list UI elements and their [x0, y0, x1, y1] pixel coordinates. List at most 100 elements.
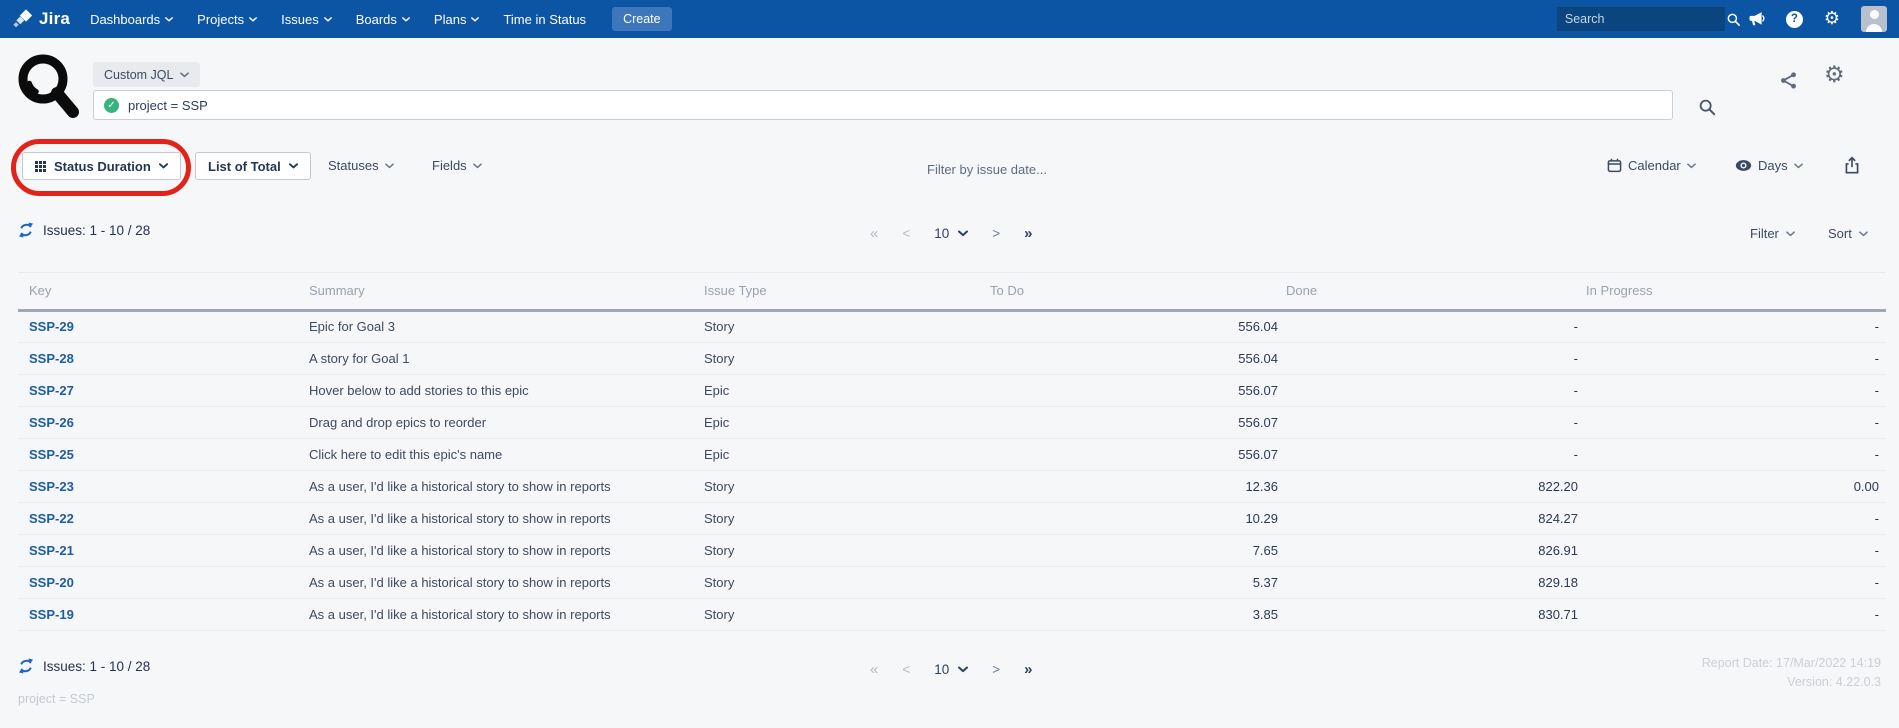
run-query-search-icon[interactable] — [1698, 98, 1716, 116]
issue-summary: As a user, I'd like a historical story t… — [309, 470, 704, 502]
in-progress-value: - — [1586, 534, 1886, 566]
admin-gear-icon[interactable]: ⚙ — [1824, 10, 1840, 28]
jql-mode-dropdown[interactable]: Custom JQL — [93, 62, 200, 87]
issue-key-link[interactable]: SSP-26 — [29, 415, 74, 430]
todo-value: 556.07 — [990, 438, 1286, 470]
column-header-key[interactable]: Key — [18, 273, 309, 310]
issue-key-link[interactable]: SSP-21 — [29, 543, 74, 558]
global-search-input[interactable] — [1565, 12, 1726, 26]
first-page-button[interactable]: « — [858, 225, 890, 242]
last-page-button[interactable]: » — [1012, 225, 1044, 242]
chevron-down-icon — [1786, 231, 1795, 237]
grid-icon — [35, 161, 46, 172]
global-search-box[interactable] — [1556, 6, 1726, 32]
next-page-button[interactable]: > — [980, 226, 1012, 241]
report-type-dropdown[interactable]: Status Duration — [22, 152, 181, 180]
table-row: SSP-26 Drag and drop epics to reorder Ep… — [18, 406, 1886, 438]
nav-item-label: Plans — [434, 12, 467, 27]
chevron-down-icon — [324, 17, 332, 22]
issue-key-link[interactable]: SSP-29 — [29, 319, 74, 334]
announcements-megaphone-icon[interactable] — [1747, 10, 1765, 28]
fields-dropdown[interactable]: Fields — [432, 158, 482, 173]
calculation-dropdown[interactable]: List of Total — [195, 152, 311, 180]
issue-key-link[interactable]: SSP-28 — [29, 351, 74, 366]
issue-type: Epic — [704, 406, 990, 438]
todo-value: 556.04 — [990, 342, 1286, 374]
share-icon[interactable] — [1778, 70, 1799, 91]
issue-type: Story — [704, 566, 990, 598]
refresh-icon[interactable] — [18, 658, 34, 674]
nav-item-boards[interactable]: Boards — [356, 12, 410, 27]
calendar-dropdown[interactable]: Calendar — [1607, 158, 1696, 173]
issue-type: Story — [704, 502, 990, 534]
calendar-label: Calendar — [1628, 158, 1681, 173]
time-unit-dropdown[interactable]: Days — [1735, 158, 1803, 173]
jql-query-input[interactable]: project = SSP — [93, 90, 1673, 120]
prev-page-button[interactable]: < — [890, 226, 922, 241]
done-value: 830.71 — [1286, 598, 1586, 630]
create-button[interactable]: Create — [612, 7, 672, 31]
chevron-down-icon — [159, 163, 168, 169]
column-header-done[interactable]: Done — [1286, 273, 1586, 310]
column-header-summary[interactable]: Summary — [309, 273, 704, 310]
issue-key-link[interactable]: SSP-27 — [29, 383, 74, 398]
nav-item-label: Projects — [197, 12, 244, 27]
statuses-dropdown[interactable]: Statuses — [328, 158, 394, 173]
jira-brand[interactable]: Jira — [12, 8, 70, 30]
in-progress-value: 0.00 — [1586, 470, 1886, 502]
table-row: SSP-27 Hover below to add stories to thi… — [18, 374, 1886, 406]
issue-key-link[interactable]: SSP-19 — [29, 607, 74, 622]
chevron-down-icon — [1687, 163, 1696, 169]
last-page-button[interactable]: » — [1012, 661, 1044, 678]
eye-icon — [1735, 159, 1752, 172]
calendar-icon — [1607, 158, 1622, 173]
nav-item-label: Time in Status — [503, 12, 586, 27]
done-value: - — [1286, 342, 1586, 374]
user-avatar[interactable] — [1861, 6, 1887, 32]
next-page-button[interactable]: > — [980, 662, 1012, 677]
issue-key-link[interactable]: SSP-20 — [29, 575, 74, 590]
top-navigation-bar: Jira Dashboards Projects Issues Boards P… — [0, 0, 1899, 38]
issue-date-filter-input[interactable]: Filter by issue date... — [927, 162, 1047, 177]
filter-dropdown[interactable]: Filter — [1750, 226, 1795, 241]
column-header-issue-type[interactable]: Issue Type — [704, 273, 990, 310]
issue-key-link[interactable]: SSP-23 — [29, 479, 74, 494]
nav-item-issues[interactable]: Issues — [281, 12, 332, 27]
in-progress-value: - — [1586, 438, 1886, 470]
jql-echo-text: project = SSP — [18, 692, 95, 706]
page-size-select[interactable]: 10 — [922, 662, 980, 677]
nav-item-dashboards[interactable]: Dashboards — [90, 12, 173, 27]
issue-key-link[interactable]: SSP-25 — [29, 447, 74, 462]
jira-logo-icon — [12, 8, 33, 30]
column-header-todo[interactable]: To Do — [990, 273, 1286, 310]
in-progress-value: - — [1586, 310, 1886, 342]
nav-item-projects[interactable]: Projects — [197, 12, 257, 27]
statuses-label: Statuses — [328, 158, 379, 173]
nav-right-cluster: ⚙ — [1556, 6, 1887, 32]
column-header-in-progress[interactable]: In Progress — [1586, 273, 1886, 310]
issue-type: Story — [704, 534, 990, 566]
nav-item-time-in-status[interactable]: Time in Status — [503, 12, 586, 27]
export-icon[interactable] — [1843, 156, 1861, 175]
report-settings-gear-icon[interactable]: ⚙ — [1824, 64, 1845, 87]
sort-dropdown[interactable]: Sort — [1828, 226, 1868, 241]
pagination-bottom: « < 10 > » — [858, 661, 1045, 678]
help-icon[interactable] — [1786, 11, 1803, 28]
done-value: - — [1286, 406, 1586, 438]
refresh-icon[interactable] — [18, 222, 34, 238]
in-progress-value: - — [1586, 566, 1886, 598]
issue-type: Epic — [704, 374, 990, 406]
first-page-button[interactable]: « — [858, 661, 890, 678]
app-magnifier-logo — [16, 52, 80, 124]
search-icon — [1726, 12, 1741, 27]
page-size-select[interactable]: 10 — [922, 226, 980, 241]
issue-key-link[interactable]: SSP-22 — [29, 511, 74, 526]
chevron-down-icon — [471, 17, 479, 22]
nav-item-plans[interactable]: Plans — [434, 12, 480, 27]
jql-valid-check-icon — [104, 98, 119, 113]
prev-page-button[interactable]: < — [890, 662, 922, 677]
table-row: SSP-19 As a user, I'd like a historical … — [18, 598, 1886, 630]
issue-summary: As a user, I'd like a historical story t… — [309, 598, 704, 630]
fields-label: Fields — [432, 158, 467, 173]
chevron-down-icon — [249, 17, 257, 22]
